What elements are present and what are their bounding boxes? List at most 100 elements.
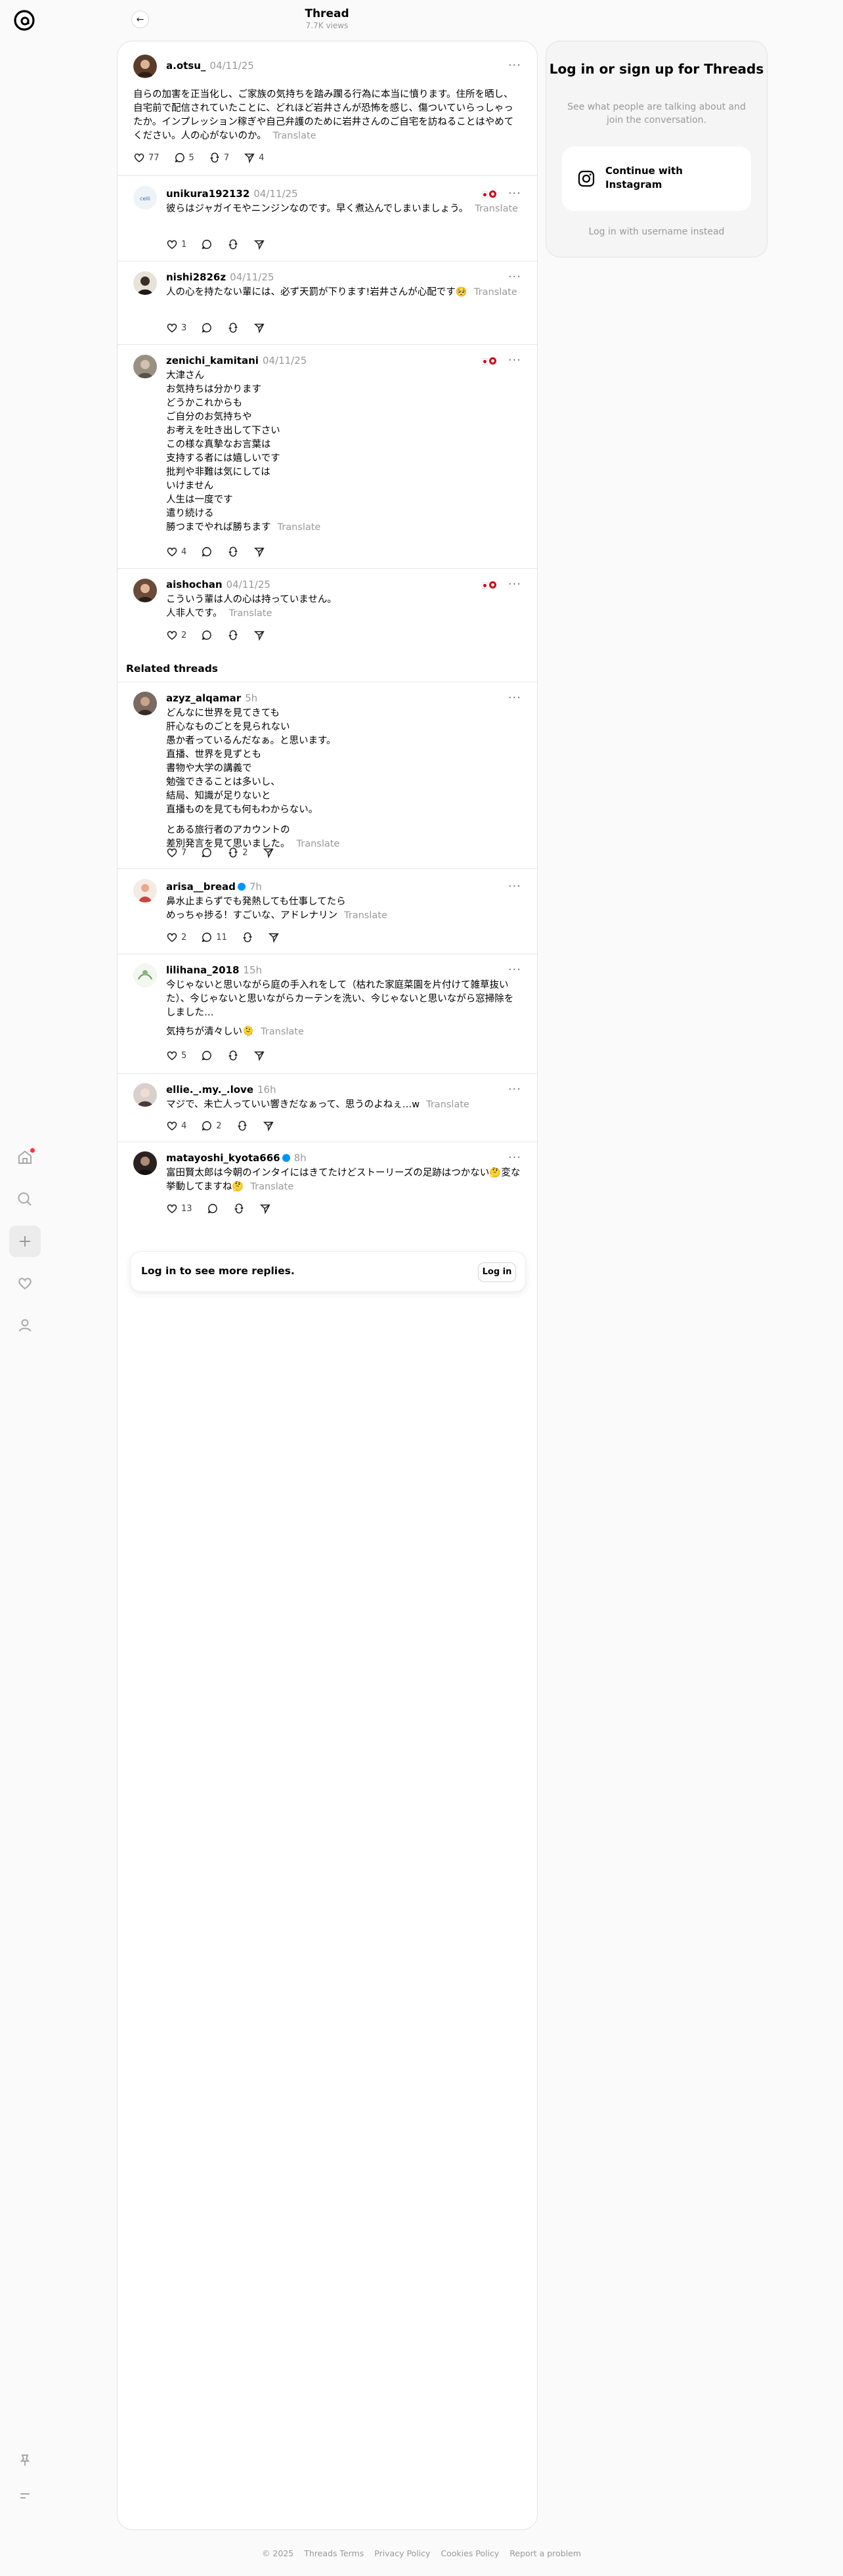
post-author[interactable]: zenichi_kamitani 04/11/25 [166, 355, 307, 366]
repost-button[interactable]: 7 [209, 152, 229, 164]
footer-report-link[interactable]: Report a problem [509, 2548, 581, 2558]
translate-link[interactable]: Translate [344, 910, 387, 921]
like-button[interactable]: 2 [166, 629, 186, 641]
avatar[interactable] [133, 355, 157, 378]
reply-button[interactable] [201, 1050, 213, 1061]
like-button[interactable]: 1 [166, 238, 186, 250]
footer-privacy-link[interactable]: Privacy Policy [374, 2548, 430, 2558]
related-post: azyz_alqamar 5h ··· どんなに世界を見てきても 肝心なものごとを… [118, 682, 537, 869]
avatar[interactable] [133, 1151, 157, 1175]
more-options-icon[interactable]: ··· [508, 1151, 521, 1165]
post-author[interactable]: ellie._.my._.love 16h [166, 1084, 276, 1096]
repost-button[interactable] [227, 1050, 239, 1061]
more-options-icon[interactable]: ··· [508, 270, 521, 284]
avatar[interactable] [133, 692, 157, 715]
repost-button[interactable] [236, 1120, 248, 1132]
more-options-icon[interactable]: ··· [508, 1082, 521, 1096]
nav-create[interactable] [9, 1226, 41, 1257]
related-post: arisa__bread 7h ··· 鼻水止まらずでも発熱しても仕事してたら め… [118, 869, 537, 954]
username-login-link[interactable]: Log in with username instead [546, 227, 767, 237]
post-author[interactable]: arisa__bread 7h [166, 881, 262, 893]
post-author[interactable]: matayoshi_kyota666 8h [166, 1152, 307, 1164]
translate-link[interactable]: Translate [229, 608, 272, 619]
nav-pin[interactable] [9, 2445, 41, 2476]
like-button[interactable]: 2 [166, 931, 186, 943]
text-line: 大津さん [166, 370, 204, 381]
translate-link[interactable]: Translate [426, 1099, 469, 1110]
translate-link[interactable]: Translate [261, 1027, 304, 1037]
share-button[interactable] [253, 1050, 265, 1061]
reply-button[interactable]: 11 [201, 931, 227, 943]
share-button[interactable] [253, 546, 265, 558]
share-button[interactable]: 4 [244, 152, 264, 164]
more-options-icon[interactable]: ··· [508, 963, 521, 977]
reply-button[interactable] [201, 238, 213, 250]
like-button[interactable]: 3 [166, 322, 186, 334]
repost-button[interactable] [227, 238, 239, 250]
avatar[interactable]: ceili [133, 186, 157, 210]
repost-button[interactable] [227, 322, 239, 334]
translate-link[interactable]: Translate [297, 839, 340, 849]
repost-button[interactable] [242, 931, 253, 943]
repost-button[interactable] [233, 1203, 245, 1214]
more-options-icon[interactable]: ··· [508, 187, 521, 200]
post-author[interactable]: unikura192132 04/11/25 [166, 188, 298, 200]
avatar[interactable] [133, 879, 157, 902]
nav-profile[interactable] [9, 1310, 41, 1341]
repost-button[interactable] [227, 629, 239, 641]
share-button[interactable] [253, 238, 265, 250]
more-options-icon[interactable]: ··· [508, 353, 521, 367]
repost-button[interactable]: 2 [227, 847, 248, 858]
avatar[interactable] [133, 964, 157, 987]
like-button[interactable]: 13 [166, 1203, 192, 1214]
post-author[interactable]: lilihana_2018 15h [166, 964, 262, 976]
reply-button[interactable] [207, 1203, 219, 1214]
avatar[interactable] [133, 1083, 157, 1107]
nav-activity[interactable] [9, 1268, 41, 1299]
translate-link[interactable]: Translate [250, 1182, 293, 1192]
share-button[interactable] [263, 847, 274, 858]
threads-logo-icon[interactable] [12, 8, 37, 33]
footer-terms-link[interactable]: Threads Terms [304, 2548, 364, 2558]
share-button[interactable] [263, 1120, 274, 1132]
footer: © 2025 Threads Terms Privacy Policy Cook… [0, 2548, 843, 2558]
post-author[interactable]: aishochan 04/11/25 [166, 579, 270, 590]
reply-button[interactable] [201, 322, 213, 334]
reply-button[interactable] [201, 847, 213, 858]
reply-button[interactable] [201, 546, 213, 558]
translate-link[interactable]: Translate [273, 131, 316, 141]
login-button[interactable]: Log in [478, 1262, 516, 1282]
footer-cookies-link[interactable]: Cookies Policy [441, 2548, 499, 2558]
share-button[interactable] [253, 629, 265, 641]
translate-link[interactable]: Translate [474, 287, 517, 298]
like-button[interactable]: 5 [166, 1050, 186, 1061]
nav-home[interactable] [9, 1142, 41, 1173]
post-author[interactable]: nishi2826z 04/11/25 [166, 271, 274, 283]
nav-search[interactable] [9, 1184, 41, 1215]
share-button[interactable] [259, 1203, 271, 1214]
translate-link[interactable]: Translate [278, 522, 321, 533]
reply-button[interactable]: 2 [201, 1120, 222, 1132]
avatar[interactable] [133, 55, 157, 78]
related-post: matayoshi_kyota666 8h ··· 富田賢太郎は今朝のインタイには… [118, 1142, 537, 1228]
translate-link[interactable]: Translate [475, 204, 518, 214]
more-options-icon[interactable]: ··· [508, 577, 521, 591]
post-author[interactable]: a.otsu_ 04/11/25 [166, 60, 254, 72]
more-options-icon[interactable]: ··· [508, 691, 521, 705]
more-options-icon[interactable]: ··· [508, 879, 521, 893]
nav-menu[interactable] [9, 2480, 41, 2512]
post-author[interactable]: azyz_alqamar 5h [166, 692, 257, 704]
avatar[interactable] [133, 271, 157, 295]
reply-button[interactable]: 5 [174, 152, 194, 164]
repost-button[interactable] [227, 546, 239, 558]
reply-button[interactable] [201, 629, 213, 641]
like-button[interactable]: 7 [166, 847, 186, 858]
like-button[interactable]: 4 [166, 546, 186, 558]
like-button[interactable]: 77 [133, 152, 160, 164]
avatar[interactable] [133, 579, 157, 602]
share-button[interactable] [253, 322, 265, 334]
more-options-icon[interactable]: ··· [508, 58, 521, 72]
share-button[interactable] [268, 931, 280, 943]
like-button[interactable]: 4 [166, 1120, 186, 1132]
continue-with-instagram-button[interactable]: Continue with Instagram [562, 146, 751, 211]
